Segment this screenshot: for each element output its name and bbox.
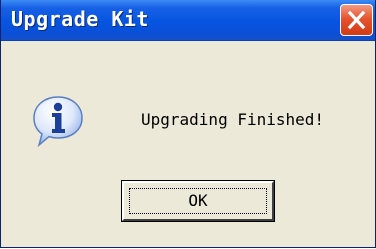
ok-button[interactable]: OK xyxy=(121,180,275,222)
dialog-body: Upgrading Finished! OK xyxy=(1,41,375,247)
close-icon xyxy=(347,10,366,30)
title-bar[interactable]: Upgrade Kit xyxy=(1,0,375,41)
message-text: Upgrading Finished! xyxy=(141,110,325,129)
info-icon xyxy=(33,96,83,148)
ok-button-label: OK xyxy=(188,191,208,210)
dialog-window: Upgrade Kit Upgrading Finished! OK xyxy=(0,0,376,248)
close-button[interactable] xyxy=(340,4,373,36)
window-title: Upgrade Kit xyxy=(11,7,149,31)
